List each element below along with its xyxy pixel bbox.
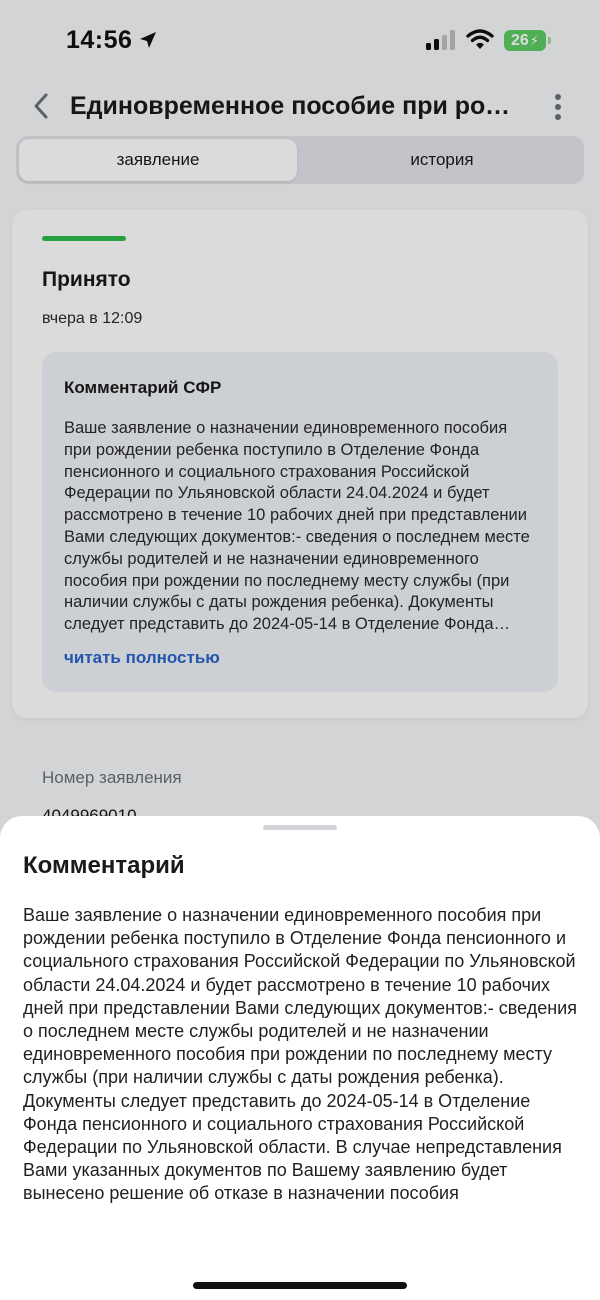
sheet-title: Комментарий (23, 852, 185, 879)
screen: 14:56 26 ⚡ Единовременное пособие при рож… (0, 0, 600, 1300)
sheet-drag-handle[interactable] (263, 825, 337, 830)
comment-bottom-sheet: Комментарий Ваше заявление о назначении … (0, 816, 600, 1300)
sheet-comment-text: Ваше заявление о назначении единовременн… (23, 905, 577, 1204)
home-indicator[interactable] (193, 1282, 407, 1289)
